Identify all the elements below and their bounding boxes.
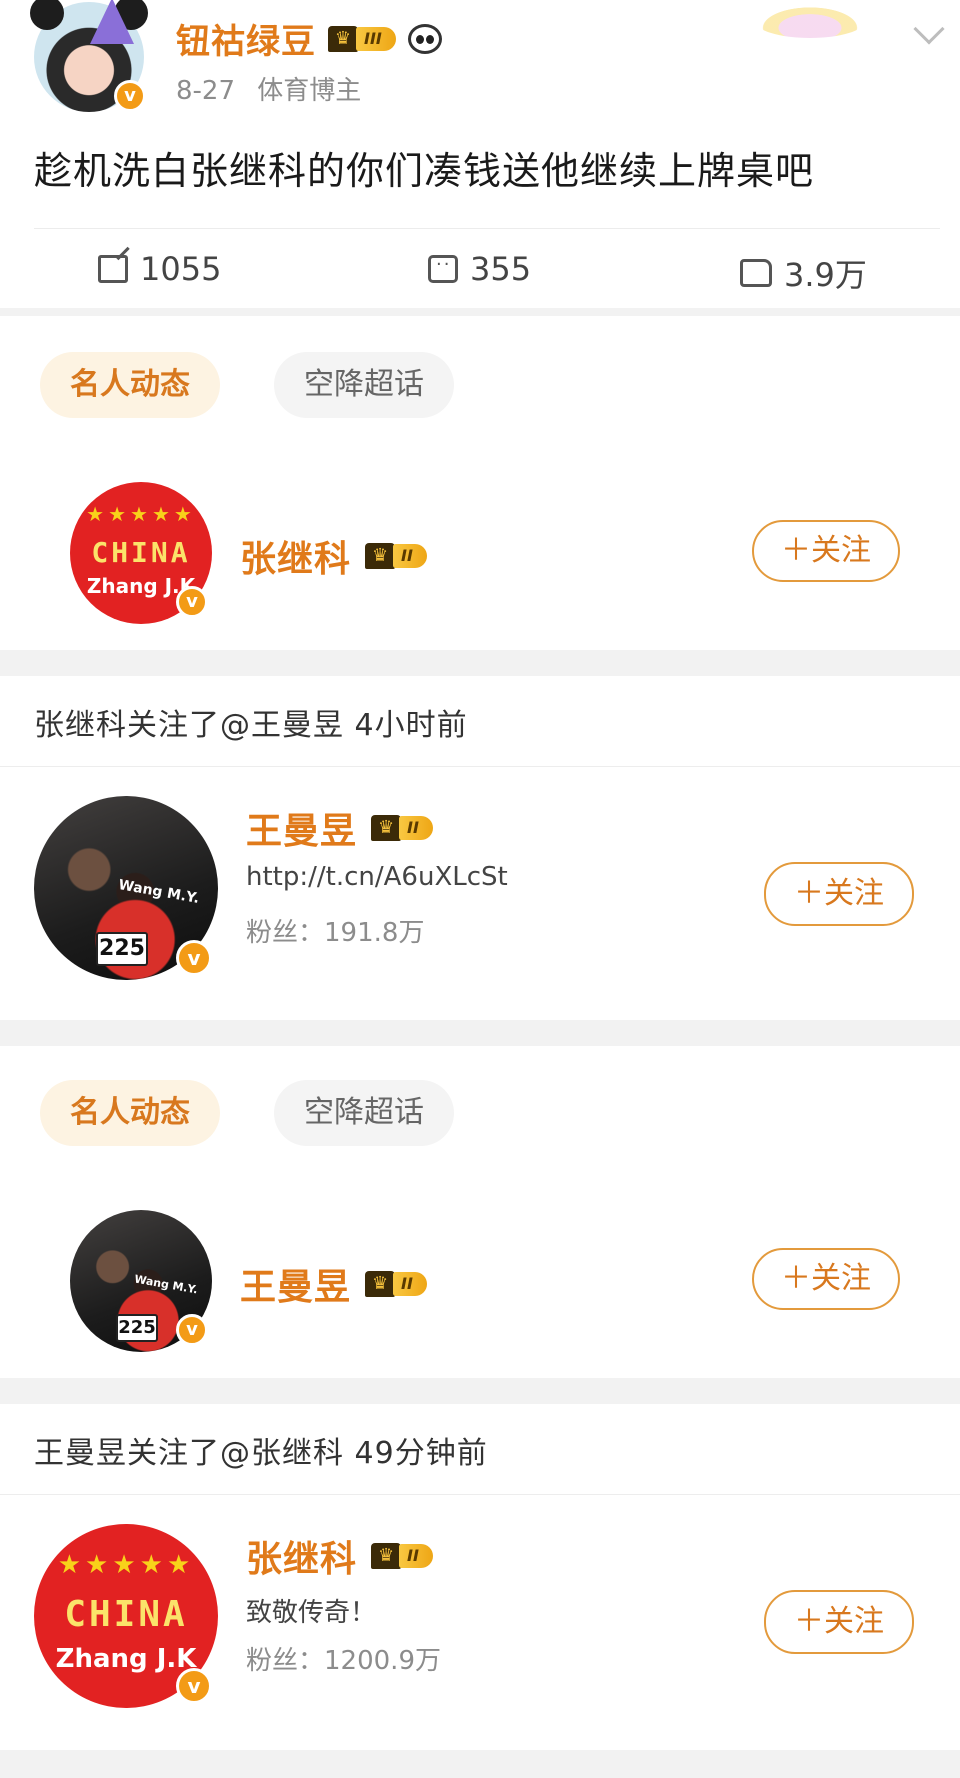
tab-supertopic[interactable]: 空降超话: [274, 352, 454, 418]
level-text: II: [399, 816, 433, 840]
divider: [0, 766, 960, 767]
avatar-bib-number: 225: [116, 1314, 158, 1342]
tab-celebrity-news[interactable]: 名人动态: [40, 352, 220, 418]
fans-value: 1200.9万: [324, 1646, 441, 1676]
repost-count: 1055: [140, 250, 222, 288]
follow-button[interactable]: ＋关注: [752, 1248, 900, 1310]
fans-count: 粉丝：191.8万: [246, 912, 424, 949]
author-tag: 体育博主: [257, 76, 362, 106]
post-date: 8-27: [176, 76, 236, 106]
follow-button[interactable]: ＋关注: [764, 1590, 914, 1654]
follow-button[interactable]: ＋关注: [764, 862, 914, 926]
fans-value: 191.8万: [324, 918, 425, 948]
verified-icon: v: [114, 80, 146, 112]
crown-icon: ♛: [365, 1271, 396, 1297]
fans-count: 粉丝：1200.9万: [246, 1640, 441, 1677]
avatar-bib-number: 225: [96, 932, 148, 966]
party-hat-icon: [90, 0, 134, 44]
level-text: III: [356, 26, 396, 51]
like-button[interactable]: 3.9万: [740, 250, 867, 296]
level-text: II: [393, 544, 427, 568]
level-badge: ♛ III: [328, 23, 396, 55]
avatar-country-text: CHINA: [64, 1594, 188, 1635]
card-user-name[interactable]: 张继科: [240, 530, 351, 582]
verified-icon: v: [176, 1314, 208, 1346]
profile-link[interactable]: http://t.cn/A6uXLcSt: [246, 862, 508, 892]
level-text: II: [399, 1544, 433, 1568]
crown-icon: ♛: [328, 25, 358, 52]
comment-icon: [428, 254, 458, 283]
crown-icon: ♛: [365, 543, 396, 569]
like-count: 3.9万: [784, 256, 867, 294]
post-text: 趁机洗白张继科的你们凑钱送他继续上牌桌吧: [34, 149, 815, 193]
thumbs-up-icon: [740, 259, 772, 287]
tab-celebrity-news[interactable]: 名人动态: [40, 1080, 220, 1146]
fans-label: 粉丝：: [246, 1646, 325, 1676]
zhangjike-avatar[interactable]: ★★★★★ CHINA Zhang J.K v: [70, 482, 212, 624]
section-separator: [0, 1020, 960, 1046]
avatar-stars: ★★★★★: [57, 1550, 195, 1580]
panda-icon: [407, 23, 442, 54]
crown-icon: ♛: [371, 1543, 402, 1569]
post-author-avatar[interactable]: v: [30, 0, 148, 112]
activity-title: 张继科关注了@王曼昱 4小时前: [34, 708, 468, 743]
level-badge: ♛ II: [365, 540, 427, 572]
card-user-name[interactable]: 张继科: [246, 1530, 357, 1582]
verified-icon: v: [176, 586, 208, 618]
level-badge: ♛ II: [371, 812, 433, 844]
tab-supertopic[interactable]: 空降超话: [274, 1080, 454, 1146]
level-badge: ♛ II: [371, 1540, 433, 1572]
follow-button[interactable]: ＋关注: [752, 520, 900, 582]
chevron-down-icon[interactable]: [913, 13, 945, 45]
avatar-shirt-text: Wang M.Y.: [117, 877, 201, 907]
avatar-stars: ★★★★★: [86, 502, 196, 526]
verified-icon: v: [176, 940, 212, 976]
activity-title: 王曼昱关注了@张继科 49分钟前: [34, 1436, 488, 1471]
comment-count: 355: [470, 250, 532, 288]
repost-button[interactable]: 1055: [98, 250, 221, 288]
avatar-ear-left: [30, 0, 64, 30]
divider: [0, 1494, 960, 1495]
section-separator: [0, 1750, 960, 1778]
level-text: II: [393, 1272, 427, 1296]
post-meta: 8-27 体育博主: [176, 70, 361, 107]
section-separator: [0, 1378, 960, 1404]
decoration-card: [755, 4, 865, 38]
post-author-name[interactable]: 钮祜绿豆: [176, 14, 316, 63]
avatar-country-text: CHINA: [91, 536, 191, 569]
section-separator: [0, 650, 960, 676]
avatar-shirt-text: Wang M.Y.: [133, 1272, 199, 1297]
card-user-name[interactable]: 王曼昱: [240, 1258, 351, 1310]
crown-icon: ♛: [371, 815, 402, 841]
level-badge: ♛ II: [365, 1268, 427, 1300]
user-bio: 致敬传奇！: [246, 1598, 377, 1628]
section-separator: [0, 308, 960, 316]
fans-label: 粉丝：: [246, 918, 325, 948]
card-user-name[interactable]: 王曼昱: [246, 802, 357, 854]
comment-button[interactable]: 355: [428, 250, 531, 288]
verified-icon: v: [176, 1668, 212, 1704]
divider: [34, 228, 940, 229]
repost-icon: [98, 255, 128, 283]
